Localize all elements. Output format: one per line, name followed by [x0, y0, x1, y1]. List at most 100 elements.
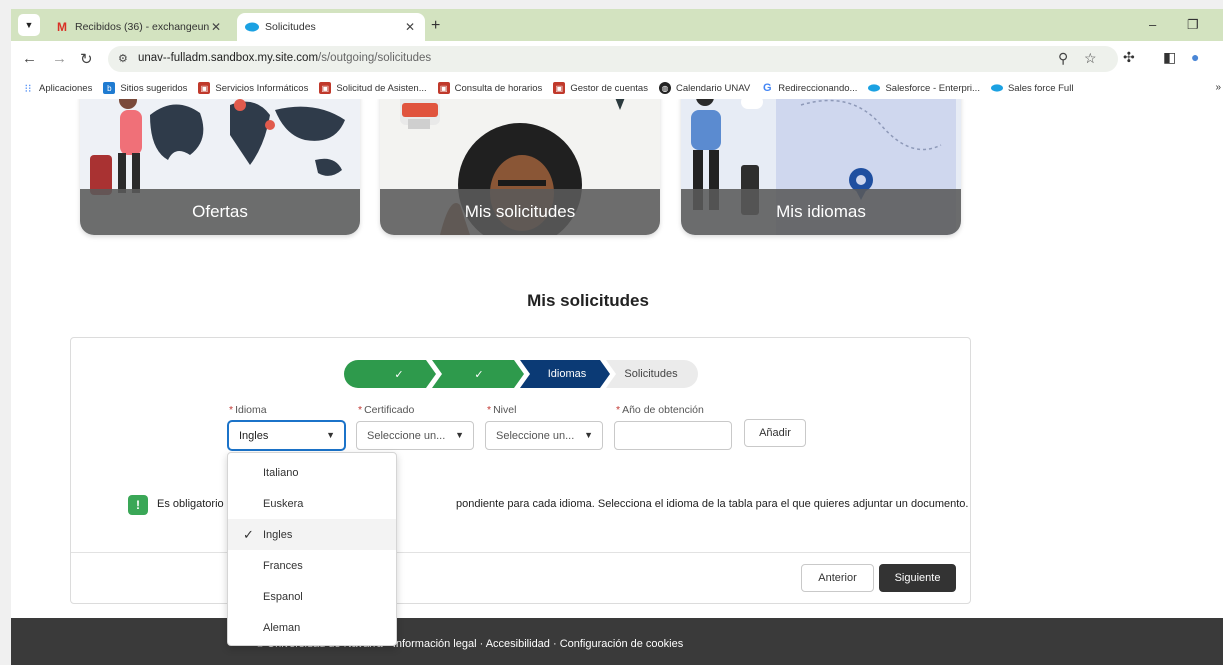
bookmark-label: Aplicaciones: [39, 82, 93, 94]
step-idiomas[interactable]: Idiomas: [532, 360, 602, 388]
site-footer: © Universidad de Navarra Información leg…: [11, 618, 1223, 665]
window-edge: [0, 0, 11, 665]
tab-search-button[interactable]: ▼: [18, 14, 40, 36]
card-label: Ofertas: [80, 189, 360, 235]
option-ingles[interactable]: ✓ Ingles: [228, 519, 396, 550]
idioma-dropdown-list: Italiano Euskera ✓ Ingles Frances Espanol…: [227, 452, 397, 646]
divider: [71, 552, 970, 553]
bookmarks-bar: ⁝⁝ Aplicaciones b Sitios sugeridos ▣ Servic…: [11, 77, 1223, 99]
info-message-prefix: Es obligatorio: [157, 498, 224, 510]
bookmark-item[interactable]: ▣ Servicios Informáticos: [198, 82, 308, 94]
select-value: Seleccione un...: [496, 429, 575, 442]
close-icon[interactable]: ✕: [209, 20, 223, 34]
idioma-label: * Idioma: [229, 404, 267, 416]
bookmarks-overflow-icon[interactable]: »: [1215, 82, 1221, 93]
bookmark-apps[interactable]: ⁝⁝ Aplicaciones: [22, 82, 93, 95]
reload-icon[interactable]: ↻: [80, 50, 93, 68]
unav-icon: ▣: [319, 82, 332, 94]
nivel-select[interactable]: Seleccione un... ▼: [485, 421, 603, 450]
step-completed-check-icon[interactable]: ✓: [374, 360, 424, 388]
bing-icon: b: [103, 82, 116, 94]
label-text: Año de obtención: [622, 404, 704, 416]
unav-icon: ▣: [553, 82, 566, 94]
certificado-select[interactable]: Seleccione un... ▼: [356, 421, 474, 450]
unav-icon: ▣: [198, 82, 211, 94]
browser-window: ▼ M Recibidos (36) - exchangeunav ✕ Soli…: [0, 0, 1223, 665]
bookmark-item[interactable]: Salesforce - Enterpri...: [868, 82, 980, 94]
minimize-icon[interactable]: –: [1149, 17, 1156, 32]
footer-links[interactable]: Información legal · Accesibilidad · Conf…: [11, 638, 1065, 650]
option-label: Italiano: [263, 466, 299, 479]
option-italiano[interactable]: Italiano: [228, 457, 396, 488]
profile-avatar[interactable]: ●: [1191, 49, 1199, 65]
side-panel-icon[interactable]: ◧: [1163, 49, 1176, 66]
star-icon[interactable]: ☆: [1084, 50, 1097, 67]
previous-button[interactable]: Anterior: [801, 564, 874, 592]
label-text: Nivel: [493, 404, 517, 416]
label-text: Certificado: [364, 404, 415, 416]
certificado-label: * Certificado: [358, 404, 414, 416]
required-asterisk: *: [229, 404, 234, 416]
bookmark-label: Servicios Informáticos: [215, 82, 309, 94]
idioma-select[interactable]: Ingles ▼: [228, 421, 345, 450]
back-arrow-icon[interactable]: ←: [22, 50, 37, 67]
step-completed-check-icon[interactable]: ✓: [454, 360, 504, 388]
card-ofertas[interactable]: Ofertas: [80, 99, 360, 235]
address-bar[interactable]: ⚙ unav--fulladm.sandbox.my.site.com/s/ou…: [108, 46, 1118, 72]
option-euskera[interactable]: Euskera: [228, 488, 396, 519]
option-label: Espanol: [263, 590, 303, 603]
bookmark-label: Gestor de cuentas: [570, 82, 648, 94]
page-title: Mis solicitudes: [527, 291, 649, 310]
url-path: /s/outgoing/solicitudes: [318, 52, 432, 64]
url-text: unav--fulladm.sandbox.my.site.com/s/outg…: [138, 52, 431, 64]
required-asterisk: *: [487, 404, 492, 416]
zoom-icon[interactable]: ⚲: [1058, 50, 1068, 67]
option-frances[interactable]: Frances: [228, 550, 396, 581]
gmail-icon: M: [57, 20, 67, 34]
checkmark-icon: ✓: [243, 527, 254, 542]
new-tab-button[interactable]: +: [431, 17, 440, 35]
tab-strip: ▼ M Recibidos (36) - exchangeunav ✕ Soli…: [11, 9, 1223, 41]
navigation-bar: ← → ↻ ⚙ unav--fulladm.sandbox.my.site.co…: [11, 41, 1223, 77]
apps-grid-icon: ⁝⁝: [24, 82, 32, 95]
bookmark-item[interactable]: G Redireccionando...: [761, 82, 858, 94]
label-text: Idioma: [235, 404, 267, 416]
select-value: Seleccione un...: [367, 429, 446, 442]
site-settings-icon[interactable]: ⚙: [118, 52, 128, 65]
card-mis-solicitudes[interactable]: Mis solicitudes: [380, 99, 660, 235]
bookmark-item[interactable]: ▣ Solicitud de Asisten...: [319, 82, 427, 94]
option-espanol[interactable]: Espanol: [228, 581, 396, 612]
bookmark-item[interactable]: ◍ Calendario UNAV: [658, 82, 750, 94]
option-aleman[interactable]: Aleman: [228, 612, 396, 643]
caret-down-icon: ▼: [584, 430, 593, 440]
bookmark-label: Salesforce - Enterpri...: [885, 82, 980, 94]
next-button[interactable]: Siguiente: [879, 564, 956, 592]
info-message-suffix: pondiente para cada idioma. Selecciona e…: [456, 498, 969, 510]
bookmark-item[interactable]: b Sitios sugeridos: [103, 82, 187, 94]
tab-title: Solicitudes: [265, 21, 316, 33]
globe-icon: ◍: [658, 82, 671, 94]
bookmark-item[interactable]: ▣ Gestor de cuentas: [553, 82, 648, 94]
card-mis-idiomas[interactable]: Mis idiomas: [681, 99, 961, 235]
caret-down-icon: ▼: [455, 430, 464, 440]
forward-arrow-icon[interactable]: →: [52, 50, 67, 67]
close-icon[interactable]: ✕: [403, 20, 417, 34]
option-label: Ingles: [263, 528, 293, 541]
tab-gmail[interactable]: M Recibidos (36) - exchangeunav ✕: [47, 13, 231, 41]
lightbulb-icon: !: [128, 495, 148, 515]
google-icon: G: [762, 82, 772, 94]
tab-solicitudes[interactable]: Solicitudes ✕: [237, 13, 425, 41]
restore-icon[interactable]: ❐: [1187, 17, 1199, 33]
bookmark-label: Sales force Full: [1007, 82, 1074, 94]
select-value: Ingles: [239, 429, 269, 442]
step-solicitudes[interactable]: Solicitudes: [616, 360, 686, 388]
bookmark-label: Sitios sugeridos: [120, 82, 188, 94]
anio-label: * Año de obtención: [616, 404, 704, 416]
add-button[interactable]: Añadir: [744, 419, 806, 447]
bookmark-label: Redireccionando...: [778, 82, 858, 94]
bookmark-item[interactable]: ▣ Consulta de horarios: [437, 82, 542, 94]
anio-input[interactable]: [614, 421, 732, 450]
bookmark-item[interactable]: Sales force Full: [990, 82, 1074, 94]
salesforce-cloud-icon: [245, 20, 259, 34]
extensions-icon[interactable]: ✣: [1123, 49, 1135, 66]
